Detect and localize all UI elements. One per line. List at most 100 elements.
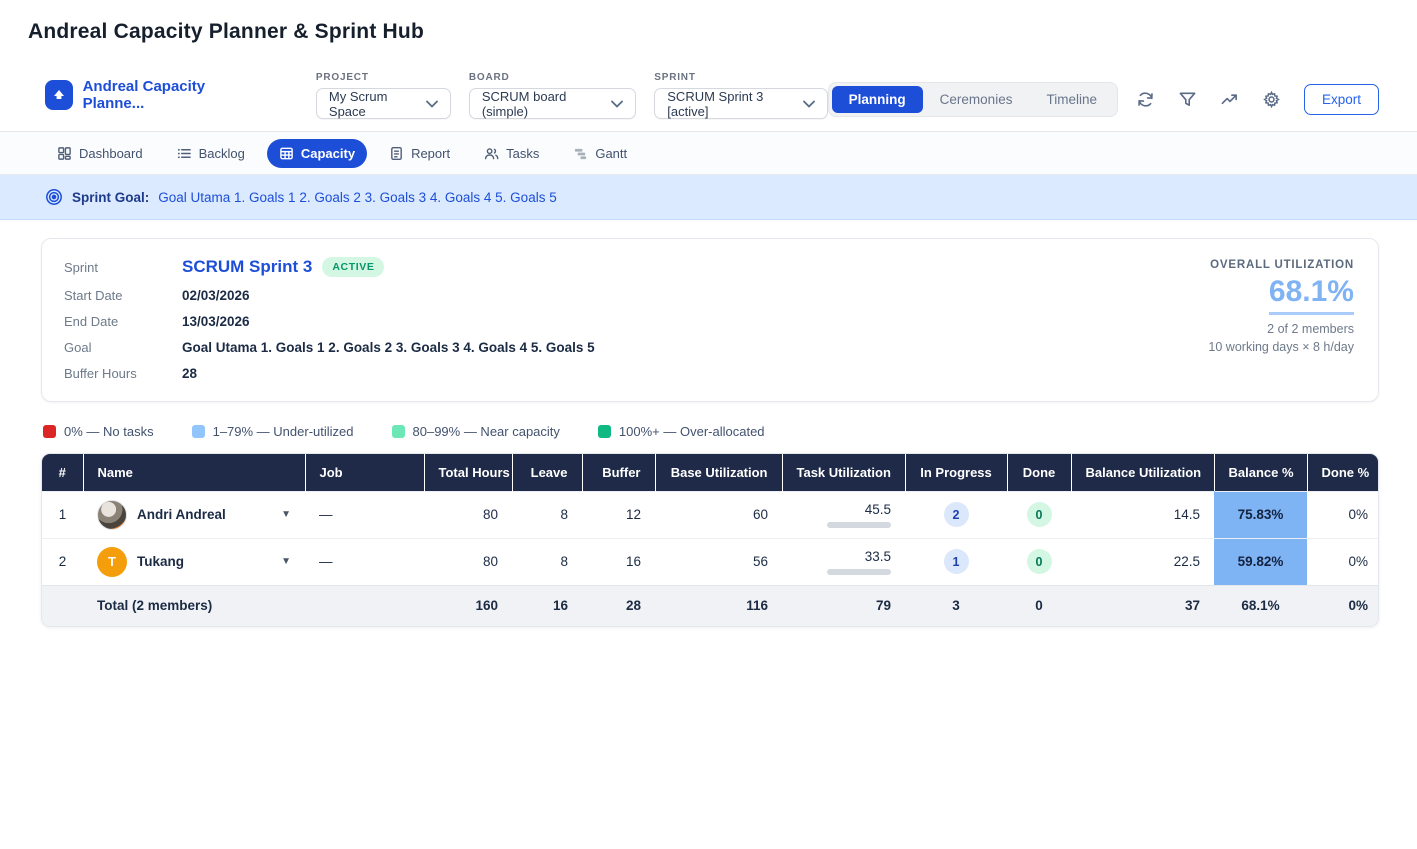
app-logo-icon [45, 80, 73, 110]
done-badge: 0 [1027, 502, 1052, 527]
context-selectors: PROJECT My Scrum Space BOARD SCRUM board… [316, 72, 828, 119]
tab-planning[interactable]: Planning [832, 86, 923, 113]
legend-swatch-lightgreen [392, 425, 405, 438]
field-value-sprint: SCRUM Sprint 3 ACTIVE [182, 257, 595, 277]
tab-ceremonies[interactable]: Ceremonies [923, 86, 1030, 113]
nav-tab-tasks[interactable]: Tasks [472, 139, 551, 168]
legend-item-over-allocated: 100%+ — Over-allocated [598, 424, 765, 439]
field-label-buffer-hours: Buffer Hours [64, 366, 164, 381]
project-selector: PROJECT My Scrum Space [316, 72, 451, 119]
nav-tab-dashboard[interactable]: Dashboard [45, 139, 155, 168]
tab-timeline[interactable]: Timeline [1029, 86, 1114, 113]
export-button[interactable]: Export [1304, 84, 1379, 115]
toolbar-right: Planning Ceremonies Timeline Export [828, 82, 1379, 117]
done-cell: 0 [1007, 491, 1071, 538]
filter-icon[interactable] [1174, 86, 1202, 114]
sprint-info-card: Sprint SCRUM Sprint 3 ACTIVE Start Date … [41, 238, 1379, 402]
task-utilization-cell: 45.5 [782, 491, 905, 538]
sprint-name[interactable]: SCRUM Sprint 3 [182, 257, 312, 277]
legend-swatch-lightblue [192, 425, 205, 438]
total-balance-utilization: 37 [1071, 585, 1214, 626]
in-progress-cell: 2 [905, 491, 1007, 538]
task-utilization-cell: 33.5 [782, 538, 905, 585]
row-expand-caret[interactable]: ▼ [281, 509, 291, 520]
col-balance-utilization: Balance Utilization [1071, 454, 1214, 491]
field-label-start-date: Start Date [64, 288, 164, 303]
status-badge: ACTIVE [322, 257, 384, 277]
field-label-sprint: Sprint [64, 260, 164, 275]
leave-cell: 8 [512, 491, 582, 538]
col-buffer: Buffer [582, 454, 655, 491]
col-done: Done [1007, 454, 1071, 491]
sprint-fields: Sprint SCRUM Sprint 3 ACTIVE Start Date … [64, 257, 595, 381]
project-select[interactable]: My Scrum Space [316, 88, 451, 119]
sprint-select[interactable]: SCRUM Sprint 3 [active] [654, 88, 827, 119]
field-label-end-date: End Date [64, 314, 164, 329]
legend-swatch-red [43, 425, 56, 438]
dashboard-grid-icon [57, 146, 72, 161]
project-select-value: My Scrum Space [329, 89, 416, 119]
task-utilization-value: 33.5 [865, 549, 891, 564]
gear-icon[interactable] [1258, 86, 1286, 114]
utilization-members: 2 of 2 members [1208, 322, 1354, 336]
total-done: 0 [1007, 585, 1071, 626]
backlog-list-icon [177, 146, 192, 161]
in-progress-badge: 1 [944, 549, 969, 574]
chevron-down-icon [611, 100, 623, 108]
buffer-cell: 12 [582, 491, 655, 538]
page-title: Andreal Capacity Planner & Sprint Hub [0, 0, 1417, 44]
refresh-icon[interactable] [1132, 86, 1160, 114]
done-pct-cell: 0% [1307, 538, 1379, 585]
base-utilization-cell: 60 [655, 491, 782, 538]
app-brand[interactable]: Andreal Capacity Planne... [45, 78, 256, 112]
base-utilization-cell: 56 [655, 538, 782, 585]
field-value-goal: Goal Utama 1. Goals 1 2. Goals 2 3. Goal… [182, 340, 595, 355]
row-expand-caret[interactable]: ▼ [281, 556, 291, 567]
total-spacer [42, 585, 83, 626]
trend-icon[interactable] [1216, 86, 1244, 114]
balance-pct-cell: 75.83% [1214, 491, 1307, 538]
member-cell: Andri Andreal ▼ [83, 491, 305, 538]
buffer-cell: 16 [582, 538, 655, 585]
field-value-buffer-hours: 28 [182, 366, 595, 381]
task-utilization-bar [827, 569, 891, 575]
nav-tab-report[interactable]: Report [377, 139, 462, 168]
total-leave: 16 [512, 585, 582, 626]
col-total-hours: Total Hours [424, 454, 512, 491]
job-cell: — [305, 491, 424, 538]
utilization-schedule: 10 working days × 8 h/day [1208, 340, 1354, 354]
col-name: Name [83, 454, 305, 491]
job-cell: — [305, 538, 424, 585]
board-select-value: SCRUM board (simple) [482, 89, 601, 119]
nav-tab-capacity[interactable]: Capacity [267, 139, 367, 168]
main-content: Sprint SCRUM Sprint 3 ACTIVE Start Date … [0, 220, 1417, 627]
col-leave: Leave [512, 454, 582, 491]
balance-utilization-cell: 14.5 [1071, 491, 1214, 538]
legend-label: 1–79% — Under-utilized [213, 424, 354, 439]
board-select[interactable]: SCRUM board (simple) [469, 88, 636, 119]
sprint-goal-banner: Sprint Goal: Goal Utama 1. Goals 1 2. Go… [0, 175, 1417, 220]
legend-item-near-capacity: 80–99% — Near capacity [392, 424, 560, 439]
board-label: BOARD [469, 72, 636, 83]
nav-tab-label: Capacity [301, 146, 355, 161]
total-label: Total (2 members) [83, 585, 305, 626]
report-doc-icon [389, 146, 404, 161]
nav-tab-backlog[interactable]: Backlog [165, 139, 257, 168]
toolbar: Andreal Capacity Planne... PROJECT My Sc… [0, 62, 1417, 131]
col-in-progress: In Progress [905, 454, 1007, 491]
nav-tab-label: Gantt [595, 146, 627, 161]
done-pct-cell: 0% [1307, 491, 1379, 538]
tasks-people-icon [484, 146, 499, 161]
legend-item-no-tasks: 0% — No tasks [43, 424, 154, 439]
nav-tab-gantt[interactable]: Gantt [561, 139, 639, 168]
row-number: 1 [42, 491, 83, 538]
table-row: 1 Andri Andreal ▼ — 80 8 12 60 [42, 491, 1379, 538]
member-name: Andri Andreal [137, 507, 226, 522]
project-label: PROJECT [316, 72, 451, 83]
total-hours-cell: 80 [424, 491, 512, 538]
in-progress-badge: 2 [944, 502, 969, 527]
nav-tab-label: Dashboard [79, 146, 143, 161]
legend-label: 0% — No tasks [64, 424, 154, 439]
field-label-goal: Goal [64, 340, 164, 355]
chevron-down-icon [803, 100, 815, 108]
